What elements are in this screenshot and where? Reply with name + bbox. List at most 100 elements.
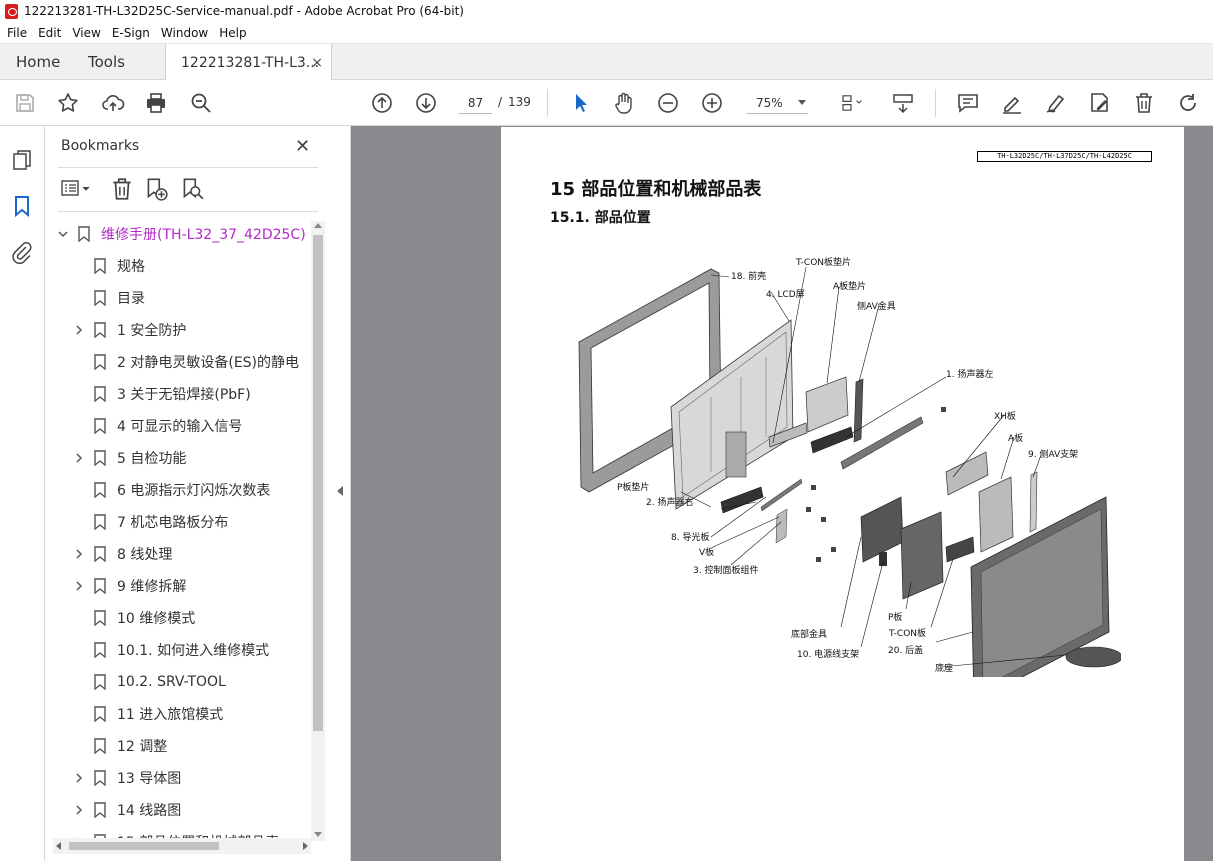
scroll-up-icon[interactable] xyxy=(314,223,322,228)
menu-view[interactable]: View xyxy=(72,26,100,40)
bookmark-icon xyxy=(94,578,106,594)
bookmark-item[interactable]: 11 进入旅馆模式 xyxy=(45,698,310,730)
speaker-right-part xyxy=(720,486,764,514)
tab-tools[interactable]: Tools xyxy=(88,44,125,80)
v-board-part xyxy=(775,508,788,544)
tab-home[interactable]: Home xyxy=(16,44,60,80)
zoom-out-icon[interactable] xyxy=(655,90,681,116)
zoom-level-value: 75% xyxy=(756,96,783,110)
bookmark-item[interactable]: 1 安全防护 xyxy=(45,314,310,346)
menu-file[interactable]: File xyxy=(7,26,27,40)
print-icon[interactable] xyxy=(143,90,169,116)
pdf-page[interactable]: TH-L32D25C/TH-L37D25C/TH-L42D25C 15 部品位置… xyxy=(501,127,1184,861)
bookmark-item[interactable]: 8 线处理 xyxy=(45,538,310,570)
bookmark-item[interactable]: 15 部品位置和机械部品表 xyxy=(45,826,310,838)
rotate-icon[interactable] xyxy=(1175,90,1201,116)
delete-bookmark-icon[interactable] xyxy=(109,176,135,202)
new-bookmark-icon[interactable] xyxy=(143,176,169,202)
bookmark-item[interactable]: 规格 xyxy=(45,250,310,282)
bookmark-item[interactable]: 5 自检功能 xyxy=(45,442,310,474)
scrollbar-thumb[interactable] xyxy=(313,235,323,731)
bookmark-icon xyxy=(78,226,90,242)
bookmarks-scrollbar[interactable] xyxy=(311,221,325,841)
menu-window[interactable]: Window xyxy=(161,26,208,40)
bookmark-icon xyxy=(94,290,106,306)
zoom-level-select[interactable]: 75% xyxy=(746,92,808,114)
close-icon[interactable]: ✕ xyxy=(295,136,310,157)
hand-tool-icon[interactable] xyxy=(611,90,637,116)
zoom-in-icon[interactable] xyxy=(699,90,725,116)
bookmark-icon xyxy=(94,674,106,690)
chevron-down-icon[interactable] xyxy=(57,228,69,240)
bookmark-label: 14 线路图 xyxy=(117,803,182,819)
comment-icon[interactable] xyxy=(955,90,981,116)
bookmark-item[interactable]: 3 关于无铅焊接(PbF) xyxy=(45,378,310,410)
chevron-right-icon[interactable] xyxy=(73,804,85,816)
bookmark-item[interactable]: 维修手册(TH-L32_37_42D25C) xyxy=(45,218,310,250)
scroll-down-icon[interactable] xyxy=(314,832,322,837)
save-icon[interactable] xyxy=(12,90,38,116)
find-bookmark-icon[interactable] xyxy=(179,176,205,202)
bookmark-item[interactable]: 6 电源指示灯闪烁次数表 xyxy=(45,474,310,506)
bookmark-item[interactable]: 2 对静电灵敏设备(ES)的静电 xyxy=(45,346,310,378)
delete-icon[interactable] xyxy=(1131,90,1157,116)
bookmark-icon xyxy=(94,450,106,466)
bookmarks-panel: Bookmarks ✕ 维修手册(TH-L32_37_42D25C) 规格 目录 1 … xyxy=(45,126,351,861)
bookmark-item[interactable]: 14 线路图 xyxy=(45,794,310,826)
bookmark-item[interactable]: 13 导体图 xyxy=(45,762,310,794)
bookmark-item[interactable]: 12 调整 xyxy=(45,730,310,762)
previous-page-icon[interactable] xyxy=(369,90,395,116)
collapse-panel-icon[interactable] xyxy=(337,486,343,496)
page-fit-icon[interactable] xyxy=(833,90,869,116)
sign-pen-icon[interactable] xyxy=(1043,90,1069,116)
bookmark-icon xyxy=(94,738,106,754)
chevron-right-icon[interactable] xyxy=(73,548,85,560)
select-cursor-icon[interactable] xyxy=(567,90,593,116)
bookmark-item[interactable]: 目录 xyxy=(45,282,310,314)
bookmark-item[interactable]: 10.2. SRV-TOOL xyxy=(45,666,310,698)
bookmark-panel-icon[interactable] xyxy=(10,194,34,218)
bookmark-item[interactable]: 4 可显示的输入信号 xyxy=(45,410,310,442)
chevron-right-icon[interactable] xyxy=(73,580,85,592)
label-base: 底座 xyxy=(935,662,953,674)
menu-bar: File Edit View E-Sign Window Help xyxy=(0,22,1213,44)
chevron-right-icon[interactable] xyxy=(73,452,85,464)
menu-esign[interactable]: E-Sign xyxy=(112,26,150,40)
bookmark-item[interactable]: 10 维修模式 xyxy=(45,602,310,634)
scroll-right-icon[interactable] xyxy=(303,842,308,850)
star-icon[interactable] xyxy=(55,90,81,116)
highlight-pen-icon[interactable] xyxy=(999,90,1025,116)
attachment-icon[interactable] xyxy=(10,240,34,264)
bookmarks-horizontal-scrollbar[interactable] xyxy=(53,838,311,854)
tab-document[interactable]: 122213281-TH-L3... × xyxy=(165,44,332,81)
tab-close-icon[interactable]: × xyxy=(311,55,323,71)
label-p-board: P板 xyxy=(888,611,902,623)
edit-pdf-icon[interactable] xyxy=(1087,90,1113,116)
bookmark-options-icon[interactable] xyxy=(59,176,95,202)
bookmark-label: 6 电源指示灯闪烁次数表 xyxy=(117,483,271,499)
bookmark-item[interactable]: 9 维修拆解 xyxy=(45,570,310,602)
bookmark-item[interactable]: 10.1. 如何进入维修模式 xyxy=(45,634,310,666)
bookmark-label: 8 线处理 xyxy=(117,547,173,563)
a-board-part xyxy=(978,476,1014,553)
page-total: 139 xyxy=(508,95,531,109)
label-tcon-board: T-CON板 xyxy=(888,627,926,639)
scroll-left-icon[interactable] xyxy=(56,842,61,850)
menu-edit[interactable]: Edit xyxy=(38,26,61,40)
label-side-av-bracket: 9. 侧AV支架 xyxy=(1028,448,1078,460)
bookmark-label: 10 维修模式 xyxy=(117,611,196,627)
page-thumbnails-icon[interactable] xyxy=(10,148,34,172)
menu-help[interactable]: Help xyxy=(219,26,246,40)
next-page-icon[interactable] xyxy=(413,90,439,116)
chevron-right-icon[interactable] xyxy=(73,772,85,784)
chevron-right-icon[interactable] xyxy=(73,324,85,336)
page-number-input[interactable]: 87 xyxy=(459,92,492,114)
tcon-board-part xyxy=(945,536,975,563)
scroll-mode-icon[interactable] xyxy=(890,90,916,116)
scrollbar-thumb[interactable] xyxy=(69,842,219,850)
label-xh-board: XH板 xyxy=(994,410,1016,422)
bookmark-icon xyxy=(94,482,106,498)
upload-cloud-icon[interactable] xyxy=(100,90,126,116)
zoom-search-icon[interactable] xyxy=(188,90,214,116)
bookmark-item[interactable]: 7 机芯电路板分布 xyxy=(45,506,310,538)
